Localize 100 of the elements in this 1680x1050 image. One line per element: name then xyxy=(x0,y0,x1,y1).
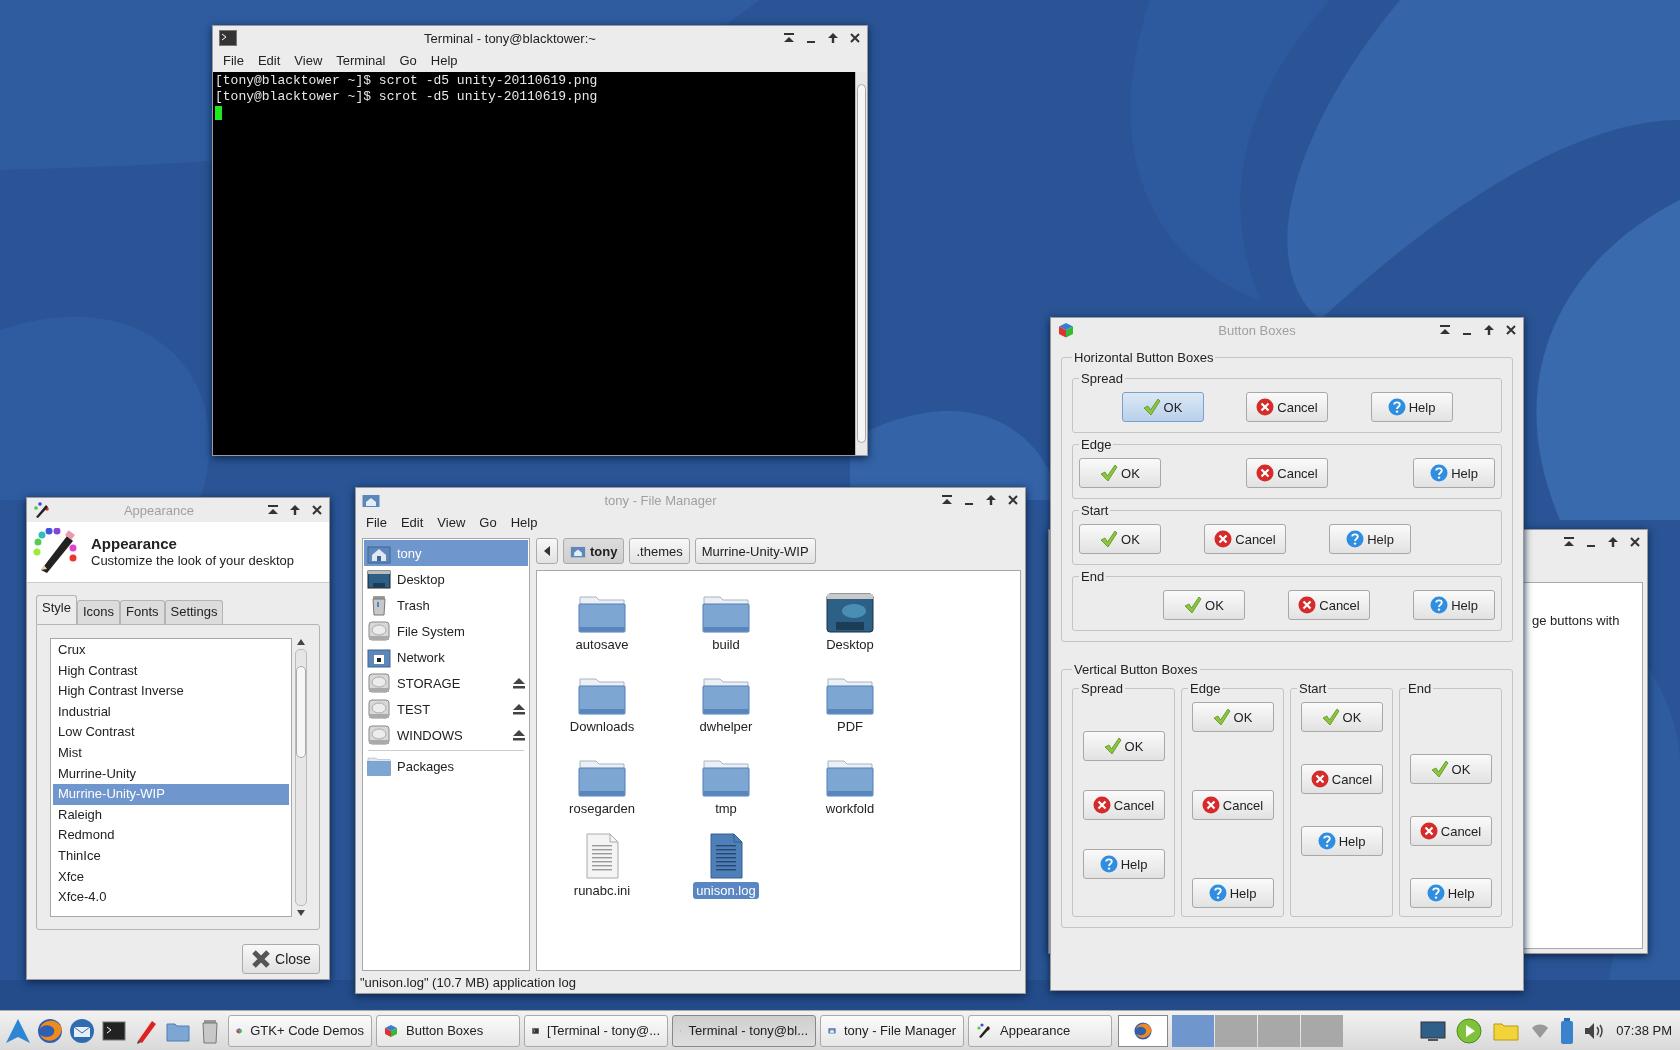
menu-item[interactable]: Go xyxy=(473,514,503,530)
task-button[interactable]: Appearance xyxy=(968,1014,1112,1047)
cancel-button[interactable]: Cancel xyxy=(1246,392,1328,422)
menu-item[interactable]: File xyxy=(217,52,250,68)
mail-icon[interactable] xyxy=(68,1016,96,1045)
scroll-down-icon[interactable] xyxy=(297,909,305,917)
menu-item[interactable]: Help xyxy=(504,514,544,530)
help-button[interactable]: Help xyxy=(1082,849,1165,879)
menu-item[interactable]: View xyxy=(431,514,472,530)
list-item[interactable]: High Contrast xyxy=(53,660,289,682)
ok-button[interactable]: OK xyxy=(1121,392,1204,422)
eject-icon[interactable] xyxy=(513,703,525,715)
list-item[interactable]: Crux xyxy=(53,640,289,661)
list-item[interactable]: Redmond xyxy=(53,825,289,846)
file-label[interactable]: runabc.ini xyxy=(570,882,634,899)
list-item[interactable]: Raleigh xyxy=(53,804,289,826)
scrollbar[interactable] xyxy=(295,649,307,906)
terminal-screen[interactable]: [tony@blacktower ~]$ scrot -d5 unity-20110619.png [tony@blacktower ~]$ scrot -d5 unity-20110619.png xyxy=(213,72,867,455)
file-label[interactable]: workfold xyxy=(822,800,878,817)
ok-button[interactable]: OK xyxy=(1079,524,1161,554)
help-button[interactable]: Help xyxy=(1191,878,1274,908)
list-item[interactable]: ThinIce xyxy=(53,845,289,867)
maximize-button[interactable] xyxy=(827,32,839,44)
clock[interactable]: 07:38 PM xyxy=(1616,1023,1676,1038)
cancel-button[interactable]: Cancel xyxy=(1204,524,1286,554)
file-label[interactable]: build xyxy=(709,636,743,653)
menu-item[interactable]: Go xyxy=(393,52,423,68)
list-item[interactable]: Low Contrast xyxy=(53,722,289,743)
tab[interactable]: Style xyxy=(36,595,77,624)
ok-button[interactable]: OK xyxy=(1079,458,1161,488)
file-label[interactable]: rosegarden xyxy=(566,800,638,817)
list-item[interactable]: Industrial xyxy=(53,701,289,723)
scrollbar[interactable] xyxy=(855,72,867,455)
path-button[interactable]: Murrine-Unity-WIP xyxy=(694,538,816,564)
file-label[interactable]: Downloads xyxy=(566,718,638,735)
shade-button[interactable] xyxy=(783,32,795,44)
ok-button[interactable]: OK xyxy=(1082,731,1165,761)
close-button[interactable] xyxy=(849,32,861,44)
menu-item[interactable]: Help xyxy=(424,52,464,68)
maximize-button[interactable] xyxy=(289,504,301,516)
sidebar-item[interactable]: STORAGE xyxy=(364,670,528,696)
file-label[interactable]: PDF xyxy=(834,718,866,735)
task-button[interactable]: Terminal - tony@bl... xyxy=(672,1014,816,1047)
sidebar-item[interactable]: TEST xyxy=(364,696,528,722)
cancel-button[interactable]: Cancel xyxy=(1409,816,1492,846)
file-label[interactable]: autosave xyxy=(572,636,632,653)
ok-button[interactable]: OK xyxy=(1163,590,1245,620)
task-button[interactable]: tony - File Manager xyxy=(820,1014,964,1047)
close-button[interactable] xyxy=(1505,324,1517,336)
sidebar-item[interactable]: File System xyxy=(364,618,528,644)
browser-icon[interactable] xyxy=(1118,1014,1168,1047)
file-label[interactable]: Desktop xyxy=(823,636,877,653)
scroll-up-icon[interactable] xyxy=(297,638,305,646)
shade-button[interactable] xyxy=(267,504,279,516)
list-item[interactable]: Xfce xyxy=(53,866,289,888)
sidebar-item[interactable]: Network xyxy=(364,644,528,670)
eject-icon[interactable] xyxy=(513,729,525,741)
help-button[interactable]: Help xyxy=(1409,878,1492,908)
cancel-button[interactable]: Cancel xyxy=(1246,458,1328,488)
cancel-button[interactable]: Cancel xyxy=(1191,790,1274,820)
file-label[interactable]: unison.log xyxy=(693,882,759,899)
shade-button[interactable] xyxy=(941,494,953,506)
close-button[interactable]: Close xyxy=(242,944,320,974)
maximize-button[interactable] xyxy=(985,494,997,506)
menu-item[interactable]: Edit xyxy=(251,52,287,68)
cancel-button[interactable]: Cancel xyxy=(1288,590,1370,620)
help-button[interactable]: Help xyxy=(1370,392,1453,422)
maximize-button[interactable] xyxy=(1483,324,1495,336)
path-button[interactable]: .themes xyxy=(629,538,690,564)
list-item[interactable]: Xfce-4.0 xyxy=(53,887,289,908)
tab[interactable]: Fonts xyxy=(120,600,165,624)
list-item[interactable]: Murrine-Unity xyxy=(53,763,289,785)
back-button[interactable] xyxy=(536,538,558,564)
file-label[interactable]: dwhelper xyxy=(696,718,756,735)
eject-icon[interactable] xyxy=(513,677,525,689)
menu-item[interactable]: Terminal xyxy=(330,52,392,68)
list-item[interactable]: High Contrast Inverse xyxy=(53,681,289,702)
tab[interactable]: Icons xyxy=(76,600,120,624)
path-button[interactable]: tony xyxy=(563,538,625,564)
workspace[interactable] xyxy=(1172,1014,1214,1047)
list-item[interactable]: Mist xyxy=(53,742,289,764)
ok-button[interactable]: OK xyxy=(1300,702,1383,732)
ok-button[interactable]: OK xyxy=(1409,754,1492,784)
help-button[interactable]: Help xyxy=(1329,524,1411,554)
battery-icon[interactable] xyxy=(1560,1016,1575,1045)
close-button[interactable] xyxy=(1629,536,1641,548)
task-button[interactable]: [Terminal - tony@... xyxy=(524,1014,668,1047)
sidebar-item[interactable]: Packages xyxy=(364,753,528,779)
close-button[interactable] xyxy=(1007,494,1019,506)
task-button[interactable]: GTK+ Code Demos xyxy=(228,1014,372,1047)
sidebar-item[interactable]: WINDOWS xyxy=(364,722,528,748)
close-button[interactable] xyxy=(311,504,323,516)
sidebar-item[interactable]: Trash xyxy=(364,592,528,618)
shade-button[interactable] xyxy=(1439,324,1451,336)
browser-icon[interactable] xyxy=(36,1016,64,1045)
tab[interactable]: Settings xyxy=(164,600,224,624)
ok-button[interactable]: OK xyxy=(1191,702,1274,732)
menu-item[interactable]: Edit xyxy=(394,514,430,530)
cancel-button[interactable]: Cancel xyxy=(1082,790,1165,820)
menu-item[interactable]: File xyxy=(360,514,393,530)
